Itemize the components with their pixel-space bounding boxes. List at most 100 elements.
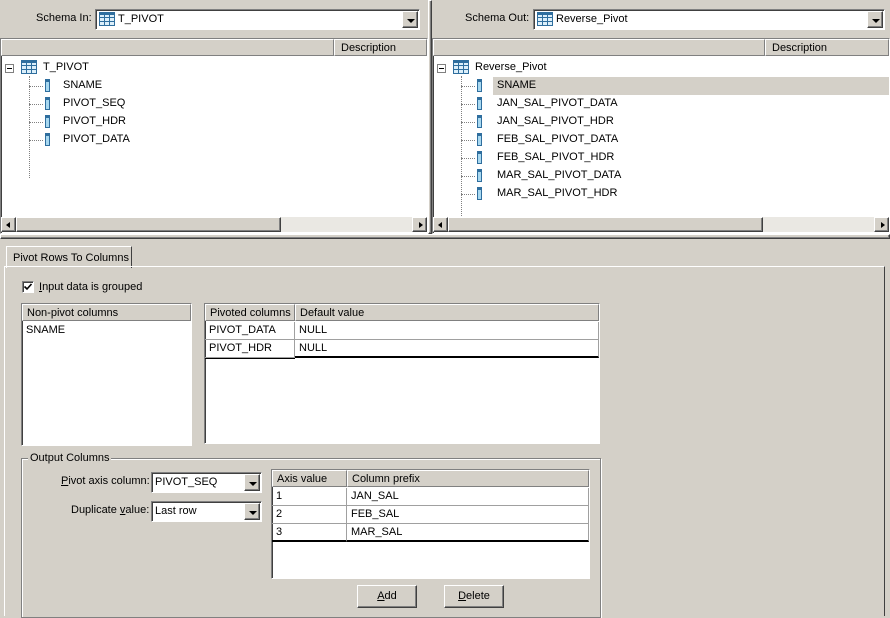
tree-item[interactable]: JAN_SAL_PIVOT_DATA: [461, 95, 761, 113]
table-cell[interactable]: MAR_SAL: [347, 524, 589, 542]
tree-item-label: MAR_SAL_PIVOT_HDR: [497, 187, 618, 199]
table-icon: [21, 60, 37, 74]
schema-out-header-name[interactable]: [433, 39, 765, 56]
pivoted-header-default[interactable]: Default value: [295, 304, 599, 321]
table-cell[interactable]: JAN_SAL: [347, 488, 589, 506]
schema-in-header-name[interactable]: [1, 39, 334, 56]
tree-item[interactable]: PIVOT_HDR: [29, 113, 329, 131]
schema-out-header-description[interactable]: Description: [765, 39, 889, 56]
table-cell[interactable]: NULL: [295, 322, 599, 340]
delete-button[interactable]: Delete: [444, 585, 504, 608]
schema-out-combo[interactable]: Reverse_Pivot: [533, 9, 885, 30]
scroll-right-icon[interactable]: [874, 217, 889, 232]
scroll-thumb[interactable]: [448, 217, 763, 232]
column-icon: [477, 115, 482, 128]
axis-value-grid[interactable]: Axis value Column prefix 1 JAN_SAL 2 FEB…: [271, 469, 590, 579]
tree-item-label: JAN_SAL_PIVOT_HDR: [497, 115, 614, 127]
duplicate-value-combo[interactable]: Last row: [151, 501, 262, 522]
schema-out-panel: Schema Out: Reverse_Pivot Description Re…: [432, 0, 890, 234]
schema-in-value: T_PIVOT: [118, 13, 164, 25]
schema-out-tree[interactable]: Description Reverse_Pivot SNAME JAN_SAL_…: [432, 38, 890, 234]
axis-header-prefix[interactable]: Column prefix: [347, 470, 589, 487]
tab-pivot-rows-to-columns[interactable]: Pivot Rows To Columns: [6, 246, 132, 268]
duplicate-value-label: Duplicate value:: [71, 504, 150, 516]
table-cell[interactable]: NULL: [295, 340, 599, 358]
tree-root-label: Reverse_Pivot: [475, 61, 547, 73]
column-icon: [477, 169, 482, 182]
table-icon: [99, 12, 115, 26]
schema-out-label: Schema Out:: [465, 12, 530, 24]
tree-item[interactable]: PIVOT_DATA: [29, 131, 329, 149]
input-grouped-label[interactable]: Input data is grouped: [39, 281, 142, 293]
column-icon: [45, 115, 50, 128]
tree-item-label: PIVOT_SEQ: [63, 97, 126, 109]
non-pivot-header[interactable]: Non-pivot columns: [22, 304, 191, 321]
schema-in-tree[interactable]: Description T_PIVOT SNAME PIVOT_SEQ PIVO…: [0, 38, 428, 234]
pivoted-columns-grid[interactable]: Pivoted columns Default value PIVOT_DATA…: [204, 303, 600, 444]
table-icon: [537, 12, 553, 26]
tree-item[interactable]: FEB_SAL_PIVOT_HDR: [461, 149, 761, 167]
table-cell[interactable]: FEB_SAL: [347, 506, 589, 524]
schema-in-label: Schema In:: [36, 12, 92, 24]
tree-item[interactable]: SNAME: [461, 77, 761, 95]
schema-in-combo[interactable]: T_PIVOT: [95, 9, 420, 30]
tree-root[interactable]: T_PIVOT: [21, 59, 321, 77]
schema-in-header-description[interactable]: Description: [334, 39, 427, 56]
horizontal-splitter[interactable]: [0, 234, 890, 239]
horizontal-scrollbar[interactable]: [1, 217, 427, 232]
non-pivot-columns-list[interactable]: Non-pivot columns SNAME: [21, 303, 192, 446]
column-icon: [477, 187, 482, 200]
axis-header-value[interactable]: Axis value: [272, 470, 347, 487]
column-icon: [477, 151, 482, 164]
column-icon: [45, 133, 50, 146]
collapse-icon[interactable]: [5, 64, 14, 73]
pivot-axis-combo[interactable]: PIVOT_SEQ: [151, 472, 262, 493]
scroll-left-icon[interactable]: [433, 217, 448, 232]
tree-item[interactable]: JAN_SAL_PIVOT_HDR: [461, 113, 761, 131]
pivot-axis-value: PIVOT_SEQ: [155, 476, 218, 488]
table-cell[interactable]: 2: [272, 506, 347, 524]
input-grouped-checkbox[interactable]: [22, 281, 34, 293]
pivot-axis-label: Pivot axis column:: [61, 475, 150, 487]
tree-item[interactable]: FEB_SAL_PIVOT_DATA: [461, 131, 761, 149]
chevron-down-icon[interactable]: [402, 11, 418, 28]
column-icon: [45, 97, 50, 110]
tab-label: Pivot Rows To Columns: [13, 252, 129, 264]
table-cell[interactable]: 3: [272, 524, 347, 542]
column-icon: [45, 79, 50, 92]
check-icon: [23, 283, 33, 291]
column-icon: [477, 79, 482, 92]
tree-item-label: PIVOT_DATA: [63, 133, 130, 145]
table-cell[interactable]: PIVOT_DATA: [205, 322, 295, 340]
table-cell[interactable]: PIVOT_HDR: [205, 340, 295, 358]
scroll-left-icon[interactable]: [1, 217, 16, 232]
tree-item-label: SNAME: [497, 79, 537, 91]
tree-item[interactable]: MAR_SAL_PIVOT_HDR: [461, 185, 761, 203]
tree-root-label: T_PIVOT: [43, 61, 89, 73]
table-cell[interactable]: 1: [272, 488, 347, 506]
schema-out-value: Reverse_Pivot: [556, 13, 628, 25]
tree-item[interactable]: PIVOT_SEQ: [29, 95, 329, 113]
scroll-thumb[interactable]: [16, 217, 281, 232]
chevron-down-icon[interactable]: [867, 11, 883, 28]
tree-item-label: FEB_SAL_PIVOT_HDR: [497, 151, 615, 163]
add-button[interactable]: Add: [357, 585, 417, 608]
tree-item-label: PIVOT_HDR: [63, 115, 126, 127]
table-icon: [453, 60, 469, 74]
column-icon: [477, 97, 482, 110]
scroll-right-icon[interactable]: [412, 217, 427, 232]
tree-item[interactable]: SNAME: [29, 77, 329, 95]
tree-item[interactable]: MAR_SAL_PIVOT_DATA: [461, 167, 761, 185]
output-columns-title: Output Columns: [28, 452, 112, 464]
tree-item-label: SNAME: [63, 79, 103, 91]
chevron-down-icon[interactable]: [244, 474, 260, 491]
collapse-icon[interactable]: [437, 64, 446, 73]
chevron-down-icon[interactable]: [244, 503, 260, 520]
tree-root[interactable]: Reverse_Pivot: [453, 59, 753, 77]
tree-item-label: MAR_SAL_PIVOT_DATA: [497, 169, 622, 181]
list-item[interactable]: SNAME: [26, 324, 65, 336]
pivoted-header-column[interactable]: Pivoted columns: [205, 304, 295, 321]
column-icon: [477, 133, 482, 146]
tree-item-label: FEB_SAL_PIVOT_DATA: [497, 133, 619, 145]
horizontal-scrollbar[interactable]: [433, 217, 889, 232]
